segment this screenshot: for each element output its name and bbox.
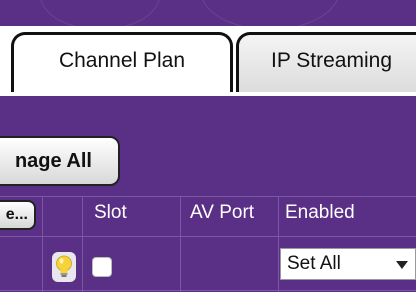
table-border	[82, 196, 83, 292]
manage-all-button[interactable]: nage All	[0, 136, 120, 186]
tab-ip-streaming[interactable]: IP Streaming	[236, 32, 416, 92]
column-header-slot[interactable]: Slot	[94, 202, 127, 224]
table-border	[0, 290, 416, 291]
more-options-button[interactable]: e...	[0, 200, 36, 230]
column-header-enabled[interactable]: Enabled	[285, 202, 355, 224]
lightbulb-icon	[56, 255, 72, 277]
more-options-label: e...	[5, 206, 28, 223]
enabled-select[interactable]: Set All	[280, 248, 416, 280]
slot-checkbox[interactable]	[92, 257, 112, 277]
enabled-select-value: Set All	[287, 253, 341, 274]
tab-strip: Channel Plan IP Streaming	[0, 26, 416, 92]
table-border	[42, 196, 43, 292]
manage-all-label: nage All	[14, 149, 92, 172]
table-border	[0, 236, 416, 237]
chevron-down-icon	[396, 261, 408, 269]
tab-channel-plan[interactable]: Channel Plan	[11, 32, 233, 92]
column-header-av-port[interactable]: AV Port	[190, 202, 254, 224]
tab-label: IP Streaming	[271, 49, 393, 72]
identify-button[interactable]	[52, 252, 76, 282]
table-border	[180, 196, 181, 292]
channel-plan-panel: nage All e... Slot AV Port Enabled Set A…	[0, 96, 416, 292]
table-border	[0, 196, 416, 197]
tab-label: Channel Plan	[58, 49, 186, 72]
table-border	[278, 196, 279, 292]
